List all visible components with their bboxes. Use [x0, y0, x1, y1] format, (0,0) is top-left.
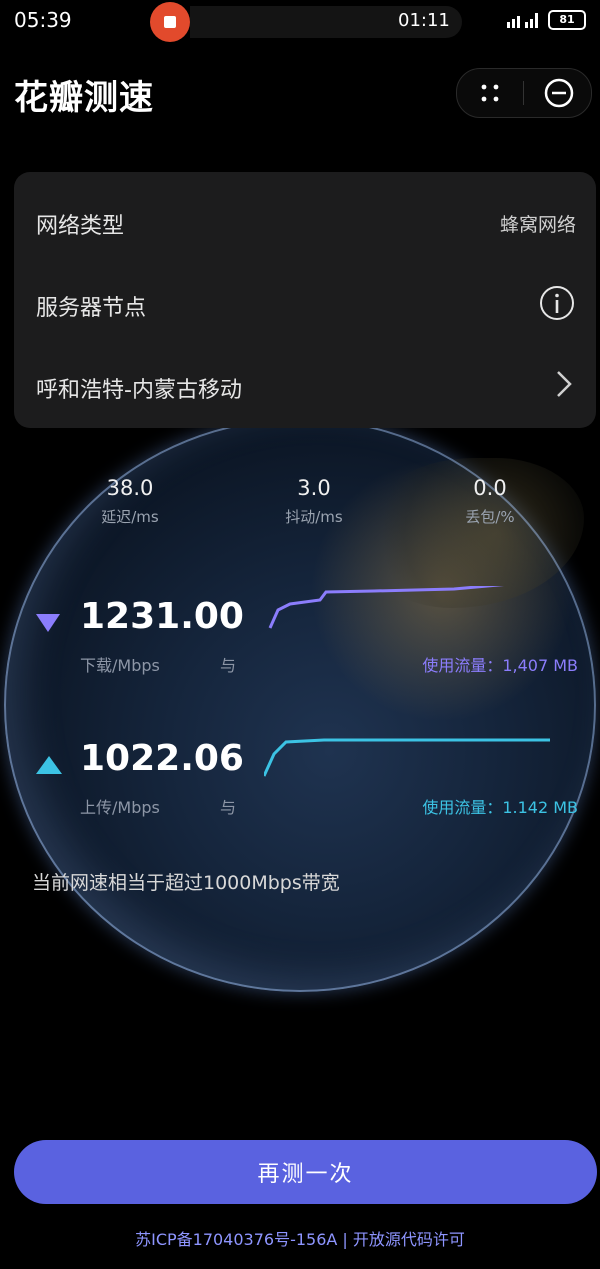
upload-speed: 1022.06: [80, 738, 244, 779]
chevron-right-icon: [557, 371, 572, 397]
mini-program-capsule: [456, 68, 592, 118]
upload-sparkline: [264, 738, 550, 777]
server-node-label: 服务器节点: [36, 296, 147, 321]
metrics-row: 38.0 延迟/ms 3.0 抖动/ms 0.0 丢包/%: [0, 476, 600, 536]
download-speed: 1231.00: [80, 596, 244, 637]
packet-loss-label: 丢包/%: [465, 508, 515, 526]
network-type-row: 网络类型 蜂窝网络: [36, 200, 576, 240]
jitter-metric: 3.0 抖动/ms: [254, 476, 374, 527]
download-glyph: 与: [220, 656, 237, 675]
server-node-value: 呼和浩特-内蒙古移动: [36, 378, 242, 403]
network-info-card: 网络类型 蜂窝网络 服务器节点 呼和浩特-内蒙古移动: [14, 172, 596, 428]
download-block: 1231.00 下载/Mbps 与 使用流量：1,407 MB: [0, 586, 600, 680]
upload-unit: 上传/Mbps: [80, 798, 160, 817]
up-arrow-icon: [36, 756, 62, 774]
server-node-row: 服务器节点: [36, 282, 576, 322]
battery-icon: 81: [548, 10, 586, 30]
upload-usage: 使用流量：1.142 MB: [422, 798, 578, 817]
server-node-selector[interactable]: 呼和浩特-内蒙古移动: [36, 364, 576, 404]
download-usage: 使用流量：1,407 MB: [422, 656, 578, 675]
upload-glyph: 与: [220, 798, 237, 817]
more-icon[interactable]: [477, 81, 503, 105]
close-icon[interactable]: [543, 77, 575, 109]
packet-loss-value: 0.0: [473, 476, 507, 500]
latency-label: 延迟/ms: [101, 508, 159, 526]
capsule-divider: [523, 81, 524, 105]
record-timer: 01:11: [398, 10, 450, 31]
stop-record-icon[interactable]: [150, 2, 190, 42]
upload-block: 1022.06 上传/Mbps 与 使用流量：1.142 MB: [0, 738, 600, 822]
down-arrow-icon: [36, 614, 60, 632]
download-unit: 下载/Mbps: [80, 656, 160, 675]
info-icon[interactable]: [538, 284, 576, 322]
icp-license-link[interactable]: 苏ICP备17040376号-156A | 开放源代码许可: [0, 1226, 600, 1250]
page-title: 花瓣测速: [14, 78, 154, 118]
status-time: 05:39: [14, 8, 72, 32]
bandwidth-equivalence-note: 当前网速相当于超过1000Mbps带宽: [32, 872, 340, 894]
jitter-label: 抖动/ms: [285, 508, 343, 526]
signal-icon: [507, 13, 538, 28]
latency-value: 38.0: [106, 476, 154, 500]
packet-loss-metric: 0.0 丢包/%: [430, 476, 550, 527]
retest-button[interactable]: 再测一次: [14, 1140, 597, 1204]
network-type-label: 网络类型: [36, 214, 125, 239]
status-bar: 05:39 01:11 81: [0, 0, 600, 42]
network-type-value: 蜂窝网络: [499, 214, 576, 236]
latency-metric: 38.0 延迟/ms: [70, 476, 190, 527]
jitter-value: 3.0: [297, 476, 331, 500]
download-sparkline: [268, 586, 505, 629]
